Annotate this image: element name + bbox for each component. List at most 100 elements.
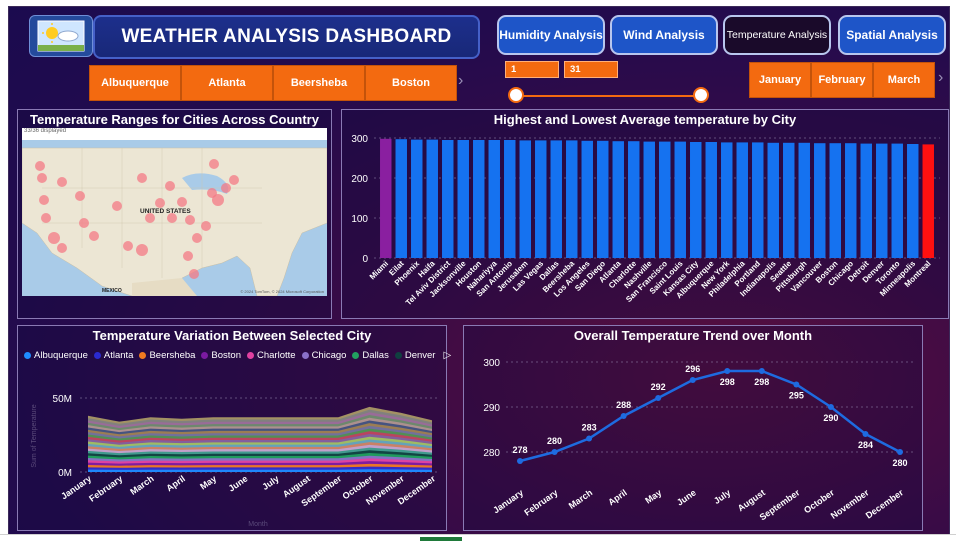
city-slicer-beersheba[interactable]: Beersheba [273, 65, 365, 101]
bar-chart[interactable]: 0100200300MiamiEilatPhoenixHaifaTel Aviv… [342, 110, 948, 318]
bar-indianapolis[interactable] [767, 142, 779, 258]
trend-line[interactable] [519, 369, 901, 463]
bar-jacksonville[interactable] [457, 140, 469, 258]
bar-nashville[interactable] [643, 141, 655, 258]
day-range-max[interactable]: 31 [564, 61, 618, 78]
day-range-max-handle[interactable] [693, 87, 709, 103]
bar-seattle[interactable] [783, 142, 795, 258]
bar-portland[interactable] [752, 142, 764, 258]
weather-logo [29, 15, 93, 57]
month-slicer-february[interactable]: February [811, 62, 873, 98]
bar-saint-louis[interactable] [674, 141, 686, 258]
city-slicer-boston[interactable]: Boston [365, 65, 457, 101]
bar-san-diego[interactable] [597, 140, 609, 258]
bar-kansas-city[interactable] [690, 142, 702, 258]
area-xtick-label: February [87, 473, 124, 503]
trend-data-label: 292 [651, 382, 666, 392]
bar-los-angeles[interactable] [581, 140, 593, 258]
bar-haifa[interactable] [426, 139, 438, 258]
bar-jerusalem[interactable] [519, 140, 531, 258]
bar-vancouver[interactable] [814, 143, 826, 258]
bar-charlotte[interactable] [628, 141, 640, 258]
bar-tel-aviv-district[interactable] [442, 140, 454, 258]
bar-beersheba[interactable] [566, 140, 578, 258]
nav-wind-analysis[interactable]: Wind Analysis [610, 15, 718, 55]
nav-spatial-analysis[interactable]: Spatial Analysis [838, 15, 946, 55]
bar-new-york[interactable] [721, 142, 733, 258]
map-country-label: UNITED STATES [140, 208, 191, 215]
bar-houston[interactable] [473, 140, 485, 258]
trend-data-label: 298 [754, 377, 769, 387]
bar-san-francisco[interactable] [659, 141, 671, 258]
bar-pittsburgh[interactable] [798, 142, 810, 258]
bar-montreal[interactable] [922, 144, 934, 258]
city-slicer-albuquerque[interactable]: Albuquerque [89, 65, 181, 101]
trend-point[interactable] [897, 449, 903, 455]
line-xtick-label: November [829, 487, 871, 521]
bar-philadelphia[interactable] [736, 142, 748, 258]
trend-data-label: 278 [512, 445, 527, 455]
line-xtick-label: July [712, 487, 732, 506]
trend-point[interactable] [551, 449, 558, 455]
trend-data-label: 290 [823, 413, 838, 423]
area-xtick-label: June [227, 473, 250, 493]
nav-temperature-analysis[interactable]: Temperature Analysis [723, 15, 831, 55]
trend-data-label: 280 [892, 458, 907, 468]
line-ytick-label: 290 [483, 403, 500, 414]
line-xtick-label: August [736, 487, 767, 513]
trend-point[interactable] [620, 413, 627, 419]
us-map[interactable]: 33/36 displayed UNITED STATES MEXICO © 2… [22, 128, 327, 296]
day-range-slider-track[interactable] [517, 95, 702, 97]
nav-humidity-analysis[interactable]: Humidity Analysis [497, 15, 605, 55]
bar-denver[interactable] [876, 143, 888, 258]
map-panel: Temperature Ranges for Cities Across Cou… [17, 109, 332, 319]
day-range-min-handle[interactable] [508, 87, 524, 103]
bar-minneapolis[interactable] [907, 144, 919, 258]
bar-atlanta[interactable] [612, 141, 624, 258]
trend-point[interactable] [758, 368, 765, 374]
month-slicer-next-icon[interactable]: › [938, 69, 943, 87]
bar-miami[interactable] [380, 138, 392, 258]
bar-boston[interactable] [829, 143, 841, 258]
trend-point[interactable] [862, 431, 869, 437]
trend-point[interactable] [586, 435, 593, 442]
map-credit: © 2024 TomTom, © 2024 Microsoft Corporat… [240, 289, 324, 294]
bar-toronto[interactable] [891, 143, 903, 258]
bar-detroit[interactable] [860, 143, 872, 258]
trend-point[interactable] [689, 377, 696, 383]
line-chart[interactable]: 280 290 300 278 280 283 288 292 296 298 298 295 290 2… [464, 326, 922, 530]
line-xtick-label: March [567, 487, 594, 510]
trend-data-label: 298 [720, 377, 735, 387]
trend-data-label: 295 [789, 391, 804, 401]
line-ytick-label: 300 [483, 358, 500, 369]
bar-ytick-label: 300 [351, 134, 368, 145]
city-slicer-next-icon[interactable]: › [458, 72, 463, 90]
trend-point[interactable] [517, 458, 523, 464]
line-xtick-label: June [675, 487, 698, 507]
area-xtick-label: May [198, 473, 218, 491]
bar-albuquerque[interactable] [705, 142, 717, 258]
trend-data-label: 296 [685, 364, 700, 374]
bar-san-antonio[interactable] [504, 140, 516, 258]
trend-point[interactable] [655, 395, 662, 401]
bar-nahariyya[interactable] [488, 140, 500, 258]
month-slicer-january[interactable]: January [749, 62, 811, 98]
area-xtick-label: July [260, 473, 280, 492]
trend-point[interactable] [724, 368, 731, 374]
bar-eilat[interactable] [395, 139, 407, 258]
trend-data-label: 283 [582, 423, 597, 433]
trend-point[interactable] [827, 404, 834, 410]
bar-ytick-label: 0 [362, 254, 368, 265]
bar-las-vegas[interactable] [535, 140, 547, 258]
weather-icon [37, 20, 85, 52]
month-slicer-march[interactable]: March [873, 62, 935, 98]
bar-chart-panel: Highest and Lowest Average temperature b… [341, 109, 949, 319]
bar-phoenix[interactable] [411, 139, 423, 258]
bar-chicago[interactable] [845, 143, 857, 258]
trend-point[interactable] [793, 381, 800, 388]
city-slicer-atlanta[interactable]: Atlanta [181, 65, 273, 101]
area-chart[interactable]: 50M0MSum of TemperatureMonthJanuaryFebru… [18, 326, 446, 530]
bar-dallas[interactable] [550, 140, 562, 258]
day-range-min[interactable]: 1 [505, 61, 559, 78]
line-chart-panel: Overall Temperature Trend over Month 280… [463, 325, 923, 531]
